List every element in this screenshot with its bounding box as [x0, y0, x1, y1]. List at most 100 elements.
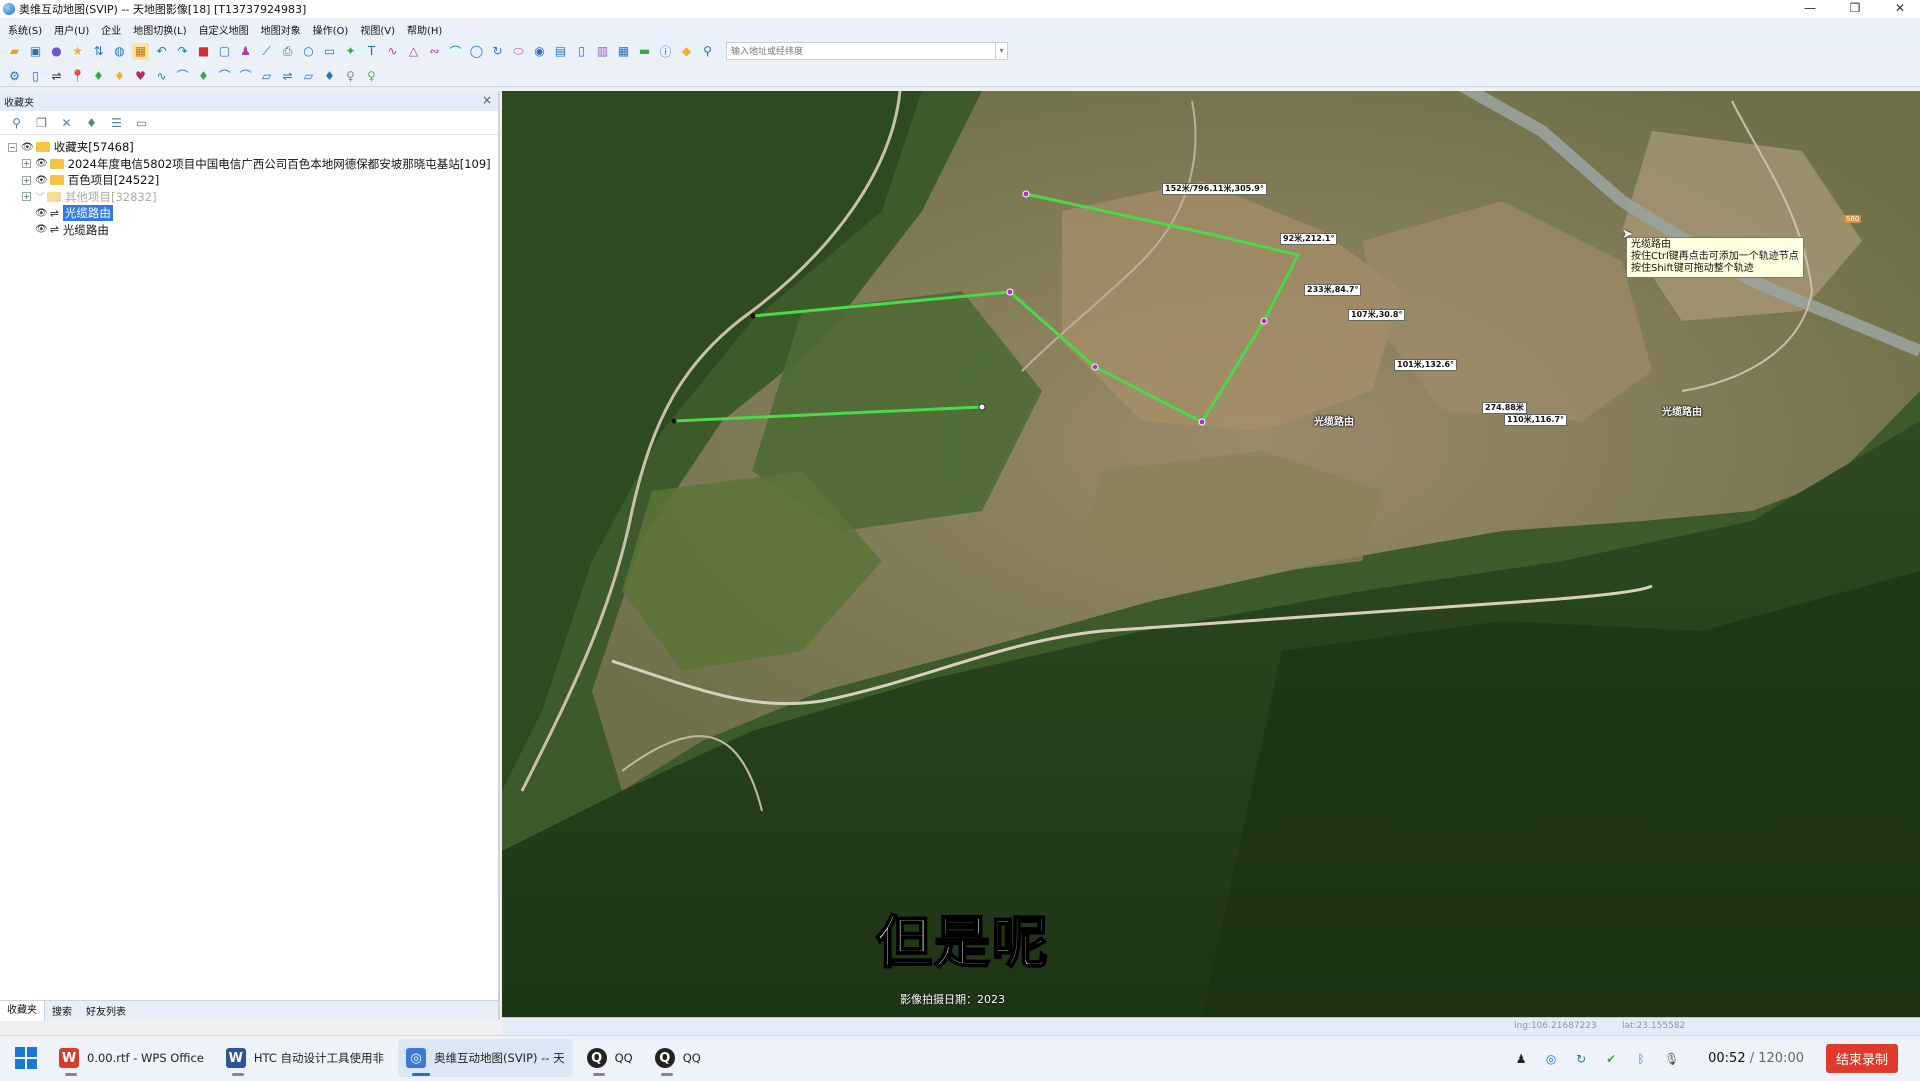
stop-recording-button[interactable]: 结束录制	[1825, 1044, 1898, 1073]
circle-draw-icon[interactable]: ◯	[468, 43, 485, 60]
qq-tray-icon[interactable]: ♟	[1514, 1052, 1528, 1066]
columns-icon[interactable]: ▥	[594, 43, 611, 60]
visibility-icon[interactable]: 👁	[35, 175, 48, 186]
polygon-icon[interactable]: △	[405, 43, 422, 60]
menu-enterprise[interactable]: 企业	[101, 22, 121, 37]
sync-icon[interactable]: ⇅	[90, 43, 107, 60]
windows-start-icon[interactable]	[15, 1047, 37, 1069]
box-icon[interactable]: ▱	[258, 67, 275, 84]
menu-help[interactable]: 帮助(H)	[407, 22, 442, 37]
undo-icon[interactable]: ↶	[153, 43, 170, 60]
route-icon[interactable]: ⇌	[48, 67, 65, 84]
panel-search-icon[interactable]: ⚲	[8, 114, 25, 131]
menu-map-switch[interactable]: 地图切换(L)	[133, 22, 186, 37]
expand-icon[interactable]: +	[22, 192, 31, 202]
rectangle-select-icon[interactable]: ▢	[216, 43, 233, 60]
bluetooth-tray-icon[interactable]: ᛒ	[1634, 1052, 1648, 1066]
taskbar-app-ovital[interactable]: ◎ 奥维互动地图(SVIP) -- 天	[398, 1039, 573, 1077]
taskbar-app-word[interactable]: W HTC 自动设计工具使用非	[218, 1039, 392, 1077]
info-icon[interactable]: ⓘ	[657, 43, 674, 60]
menu-map-objects[interactable]: 地图对象	[261, 22, 301, 37]
tree-item-route-1[interactable]: 👁 ⇌ 光缆路由	[8, 205, 498, 222]
panel-list-icon[interactable]: ☰	[108, 114, 125, 131]
red-pin-icon[interactable]: 📍	[69, 67, 86, 84]
yellow-pin-icon[interactable]: ♦	[111, 67, 128, 84]
visibility-icon[interactable]: 👁	[35, 158, 48, 169]
map-view[interactable]: 152米/796.11米,305.9° 92米,212.1° 233米,84.7…	[502, 91, 1920, 1017]
print-icon[interactable]: ⎙	[279, 43, 296, 60]
save-icon[interactable]: ▣	[27, 43, 44, 60]
taskbar-app-qq-2[interactable]: Q QQ	[647, 1039, 709, 1077]
tab-favorites[interactable]: 收藏夹	[0, 1000, 45, 1021]
visibility-icon[interactable]: 👁	[35, 208, 48, 219]
badge-icon[interactable]: ◆	[678, 43, 695, 60]
page-icon[interactable]: ▯	[27, 67, 44, 84]
green-pin-icon[interactable]: ♦	[90, 67, 107, 84]
panel-pin-icon[interactable]: ♦	[83, 114, 100, 131]
tree-item-baise[interactable]: + 👁 百色项目[24522]	[8, 172, 498, 189]
search-dropdown-icon[interactable]: ▾	[996, 42, 1008, 60]
expand-icon[interactable]: +	[22, 159, 31, 169]
taskbar-app-qq-1[interactable]: Q QQ	[579, 1039, 641, 1077]
bulb-icon[interactable]: ♀	[342, 67, 359, 84]
tab-friends[interactable]: 好友列表	[79, 1003, 133, 1018]
tree-item-project-2024[interactable]: + 👁 2024年度电信5802项目中国电信广西公司百色本地网德保都安坡那晓屯基…	[8, 156, 498, 173]
shield-tray-icon[interactable]: ✔	[1604, 1052, 1618, 1066]
curve-icon[interactable]: ∾	[426, 43, 443, 60]
microphone-tray-icon[interactable]: 🎙	[1664, 1052, 1679, 1066]
menu-user[interactable]: 用户(U)	[54, 22, 89, 37]
expand-icon[interactable]: +	[22, 175, 31, 185]
circle-tool-icon[interactable]: ○	[300, 43, 317, 60]
location-icon[interactable]: ♦	[321, 67, 338, 84]
open-folder-icon[interactable]: ▰	[6, 43, 23, 60]
layer-icon[interactable]: ◉	[531, 43, 548, 60]
address-search-input[interactable]	[726, 42, 996, 60]
tree-item-other[interactable]: + ﹀ 其他项目[32832]	[8, 189, 498, 206]
panel-cross-icon[interactable]: ✕	[58, 114, 75, 131]
bridge-icon[interactable]: ⌒	[216, 67, 233, 84]
menu-operation[interactable]: 操作(O)	[313, 22, 349, 37]
hidden-icon[interactable]: ﹀	[35, 189, 45, 204]
tree-item-route-2[interactable]: 👁 ⇌ 光缆路由	[8, 222, 498, 239]
minimize-button[interactable]: —	[1790, 0, 1830, 18]
star-icon[interactable]: ★	[69, 43, 86, 60]
globe-icon[interactable]: ◍	[111, 43, 128, 60]
user-location-icon[interactable]: ♟	[237, 43, 254, 60]
measure-icon[interactable]: ⟋	[258, 43, 275, 60]
refresh-icon[interactable]: ↻	[489, 43, 506, 60]
panel-close-button[interactable]: ×	[482, 93, 492, 107]
taskbar-app-wps[interactable]: W 0.00.rtf - WPS Office	[51, 1039, 212, 1077]
visibility-icon[interactable]: 👁	[35, 224, 48, 235]
panel-window-icon[interactable]: ▭	[133, 114, 150, 131]
delete-icon[interactable]: ■	[195, 43, 212, 60]
close-button[interactable]: ✕	[1880, 0, 1920, 18]
polyline-icon[interactable]: ∿	[384, 43, 401, 60]
line-icon[interactable]: ⌒	[174, 67, 191, 84]
light-icon[interactable]: ♀	[363, 67, 380, 84]
users-icon[interactable]: ●	[48, 43, 65, 60]
tab-search[interactable]: 搜索	[45, 1003, 79, 1018]
track-icon[interactable]: ∿	[153, 67, 170, 84]
sync-tray-icon[interactable]: ↻	[1574, 1052, 1588, 1066]
menu-system[interactable]: 系统(S)	[8, 22, 42, 37]
chat-icon[interactable]: ▬	[636, 43, 653, 60]
text-tool-icon[interactable]: T	[363, 43, 380, 60]
network-tray-icon[interactable]: ◎	[1544, 1052, 1558, 1066]
document-icon[interactable]: ▯	[573, 43, 590, 60]
arc-icon[interactable]: ⌒	[447, 43, 464, 60]
ellipse-icon[interactable]: ⬭	[510, 43, 527, 60]
collapse-icon[interactable]: −	[8, 142, 17, 152]
visibility-icon[interactable]: 👁	[21, 142, 34, 153]
maximize-button[interactable]: ❐	[1835, 0, 1875, 18]
balloon-icon[interactable]: ♦	[195, 67, 212, 84]
tree-root[interactable]: − 👁 收藏夹[57468]	[8, 139, 498, 156]
pin-icon[interactable]: ✦	[342, 43, 359, 60]
tag-icon[interactable]: ▱	[300, 67, 317, 84]
panel-copy-icon[interactable]: ❐	[33, 114, 50, 131]
marker-icon[interactable]: ♥	[132, 67, 149, 84]
screenshot-icon[interactable]: ▭	[321, 43, 338, 60]
exchange-icon[interactable]: ⇌	[279, 67, 296, 84]
menu-custom-map[interactable]: 自定义地图	[199, 22, 249, 37]
cable-icon[interactable]: ⌒	[237, 67, 254, 84]
calendar-icon[interactable]: ▦	[615, 43, 632, 60]
